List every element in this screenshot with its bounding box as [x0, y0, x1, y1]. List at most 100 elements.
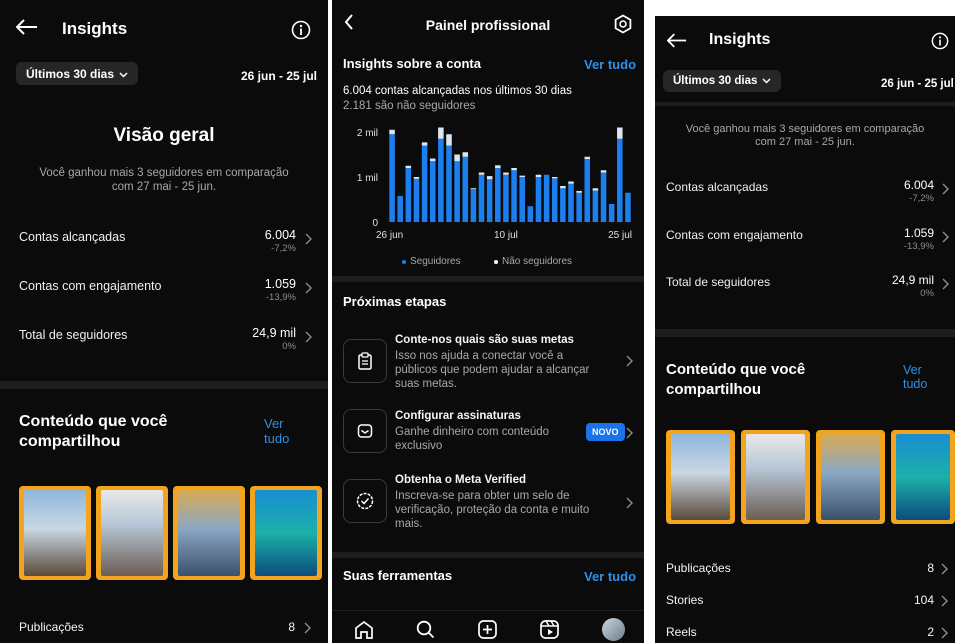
page-title: Insights [709, 31, 771, 48]
bar-followers [600, 172, 607, 222]
y-tick-label: 0 [372, 218, 378, 229]
section-divider [655, 102, 955, 106]
bar-followers [438, 138, 444, 222]
chevron-right-icon [626, 496, 633, 514]
list-row-reels[interactable]: Reels 2 [655, 620, 955, 643]
bar-non-followers [495, 165, 501, 168]
bar-non-followers [429, 158, 436, 162]
bar-followers [576, 192, 582, 222]
insights-section-title: Insights sobre a conta [343, 56, 481, 71]
content-thumbnail[interactable] [173, 486, 245, 580]
chevron-right-icon [942, 182, 949, 200]
info-icon[interactable] [931, 32, 949, 50]
section-divider [332, 276, 644, 282]
metric-accounts-engaged[interactable]: Contas com engajamento 1.059 -13,9% [0, 275, 328, 315]
bar-followers [421, 145, 428, 222]
back-arrow-icon[interactable] [16, 19, 38, 35]
x-tick-label: 10 jul [494, 230, 518, 241]
followers-subtitle-line2: com 27 mai - 25 jun. [755, 136, 855, 148]
reels-icon[interactable] [540, 620, 559, 643]
verified-badge-icon [343, 479, 387, 523]
metric-total-followers[interactable]: Total de seguidores 24,9 mil 0% [655, 271, 955, 311]
step-title: Configurar assinaturas [395, 410, 521, 422]
bar-non-followers [503, 172, 509, 175]
list-row-publications[interactable]: Publicações 8 [655, 556, 955, 582]
bar-non-followers [568, 181, 574, 184]
list-row-stories[interactable]: Stories 104 [655, 588, 955, 614]
profile-avatar-icon[interactable] [602, 618, 625, 641]
metric-label: Contas alcançadas [666, 180, 769, 194]
non-followers-summary: 2.181 são não seguidores [343, 100, 476, 112]
metric-label: Contas com engajamento [666, 228, 803, 242]
bar-followers [389, 134, 395, 222]
content-thumbnail[interactable] [816, 430, 885, 524]
row-label: Reels [666, 625, 697, 639]
section-divider [332, 552, 644, 558]
metric-change: 0% [920, 288, 934, 299]
content-section-title-line2: compartilhou [19, 433, 121, 450]
see-all-link[interactable]: Ver tudo [903, 363, 927, 391]
date-filter-button[interactable]: Últimos 30 dias [16, 62, 139, 85]
bar-followers [413, 178, 420, 222]
info-icon[interactable] [291, 20, 311, 40]
bar-followers [446, 145, 452, 222]
step-goals[interactable]: Conte-nos quais são suas metas Isso nos … [332, 330, 644, 396]
date-filter-button[interactable]: Últimos 30 dias [663, 70, 782, 92]
bar-non-followers [413, 177, 420, 179]
metric-value: 24,9 mil [252, 326, 296, 340]
chevron-right-icon [941, 626, 948, 643]
metric-change: -13,9% [903, 241, 934, 252]
row-value: 8 [927, 561, 934, 575]
step-subscriptions[interactable]: Configurar assinaturas Ganhe dinheiro co… [332, 406, 644, 458]
chevron-right-icon [304, 621, 311, 639]
content-thumbnail[interactable] [891, 430, 955, 524]
bar-non-followers [438, 127, 444, 139]
list-row-publications[interactable]: Publicações 8 [0, 615, 328, 641]
metric-accounts-engaged[interactable]: Contas com engajamento 1.059 -13,9% [655, 224, 955, 264]
top-bar: Painel profissional [332, 0, 644, 44]
insights-screen-left: Insights Últimos 30 dias 26 jun - 25 jul… [0, 0, 328, 643]
y-tick-label: 2 mil [357, 128, 378, 139]
bar-non-followers [462, 152, 469, 157]
metric-label: Total de seguidores [19, 328, 128, 342]
bar-followers [535, 177, 542, 222]
see-all-tools-link[interactable]: Ver tudo [584, 569, 636, 584]
metric-value: 6.004 [264, 228, 296, 242]
content-section-title-line1: Conteúdo que você [19, 413, 168, 430]
bar-followers [511, 170, 517, 222]
content-thumbnail[interactable] [250, 486, 322, 580]
overview-title: Visão geral [113, 125, 215, 146]
metric-accounts-reached[interactable]: Contas alcançadas 6.004 -7,2% [655, 176, 955, 216]
bar-followers [551, 178, 558, 222]
bar-non-followers [584, 156, 591, 159]
bottom-nav-bar [332, 610, 644, 643]
see-all-insights-link[interactable]: Ver tudo [584, 57, 636, 72]
bar-followers [495, 168, 501, 222]
bar-non-followers [478, 172, 485, 175]
content-thumbnail[interactable] [741, 430, 810, 524]
chevron-right-icon [305, 330, 312, 348]
chevron-right-icon [942, 230, 949, 248]
step-meta-verified[interactable]: Obtenha o Meta Verified Inscreva-se para… [332, 472, 644, 538]
content-thumbnail[interactable] [19, 486, 91, 580]
chevron-right-icon [941, 594, 948, 612]
see-all-link[interactable]: Ver tudo [264, 416, 289, 446]
professional-dashboard-screen: Painel profissional Insights sobre a con… [332, 0, 644, 643]
settings-icon[interactable] [613, 14, 633, 34]
date-range: 26 jun - 25 jul [881, 78, 954, 90]
bar-followers [625, 192, 631, 222]
back-arrow-icon[interactable] [667, 33, 687, 48]
metric-total-followers[interactable]: Total de seguidores 24,9 mil 0% [0, 324, 328, 364]
search-icon[interactable] [416, 620, 435, 643]
x-tick-label: 25 jul [608, 230, 632, 241]
chevron-down-icon [119, 67, 128, 81]
content-thumbnail[interactable] [666, 430, 735, 524]
home-icon[interactable] [354, 620, 374, 643]
bar-followers [486, 179, 493, 222]
content-thumbnail[interactable] [96, 486, 168, 580]
metric-accounts-reached[interactable]: Contas alcançadas 6.004 -7,2% [0, 226, 328, 266]
bar-non-followers [405, 165, 412, 168]
row-value: 8 [288, 620, 295, 634]
create-icon[interactable] [478, 620, 497, 643]
bar-followers [454, 161, 460, 222]
